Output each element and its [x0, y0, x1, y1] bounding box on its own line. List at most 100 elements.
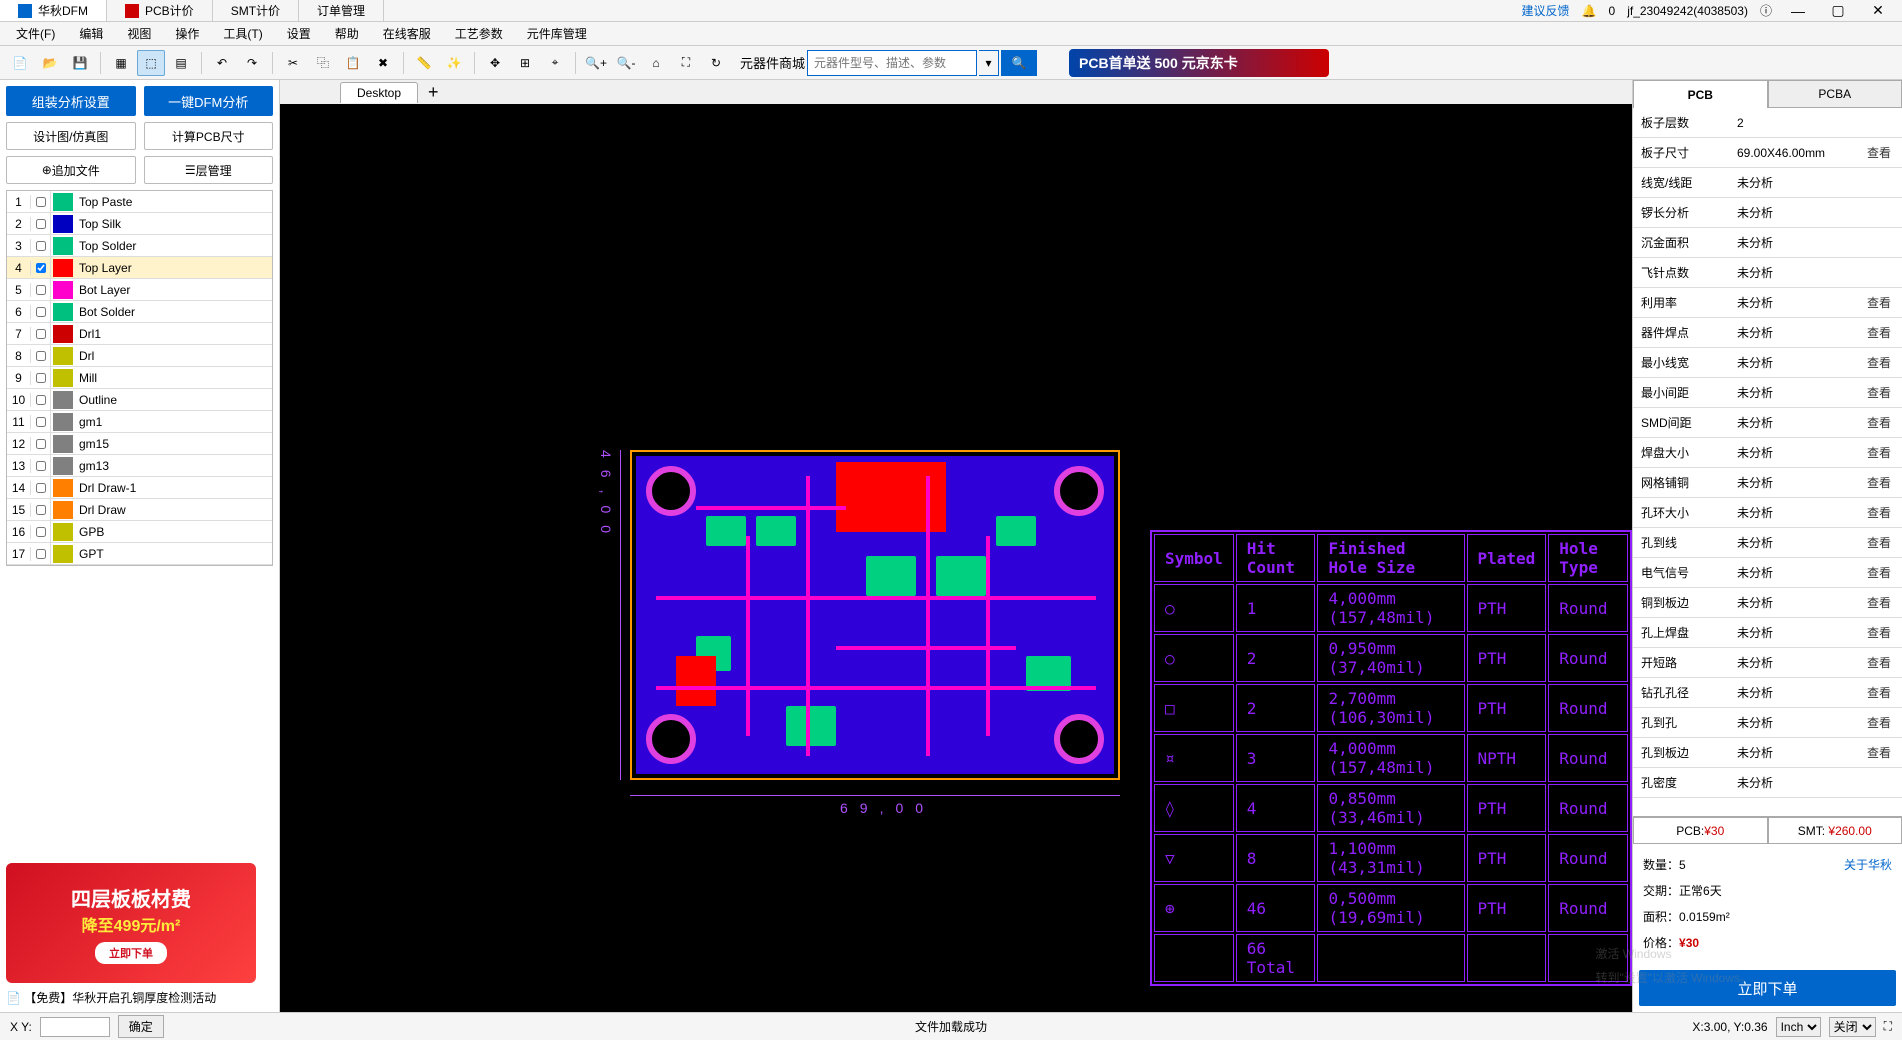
view-button[interactable]: 查看	[1856, 744, 1902, 761]
fit-icon[interactable]: ⛶	[672, 50, 700, 76]
layer-row[interactable]: 10 Outline	[7, 389, 272, 411]
view-button[interactable]: 查看	[1856, 324, 1902, 341]
layers-icon[interactable]: ▤	[167, 50, 195, 76]
layer-checkbox[interactable]	[31, 257, 51, 278]
price-smt[interactable]: SMT: ¥260.00	[1768, 817, 1902, 844]
menu-view[interactable]: 视图	[117, 23, 161, 44]
user-icon[interactable]: ⓘ	[1760, 2, 1772, 19]
select-icon[interactable]: ⬚	[137, 50, 165, 76]
view-button[interactable]: 查看	[1856, 684, 1902, 701]
layer-color[interactable]	[53, 413, 73, 431]
layer-color[interactable]	[53, 435, 73, 453]
layer-row[interactable]: 17 GPT	[7, 543, 272, 565]
maximize-button[interactable]: ▢	[1824, 1, 1852, 21]
dfm-analyze-button[interactable]: 一键DFM分析	[144, 86, 274, 116]
refresh-icon[interactable]: ↻	[702, 50, 730, 76]
view-button[interactable]: 查看	[1856, 144, 1902, 161]
layer-color[interactable]	[53, 237, 73, 255]
layer-row[interactable]: 1 Top Paste	[7, 191, 272, 213]
view-button[interactable]: 查看	[1856, 384, 1902, 401]
layer-color[interactable]	[53, 193, 73, 211]
minimize-button[interactable]: —	[1784, 1, 1812, 21]
paste-icon[interactable]: 📋	[339, 50, 367, 76]
layer-checkbox[interactable]	[31, 477, 51, 498]
layer-row[interactable]: 3 Top Solder	[7, 235, 272, 257]
layer-row[interactable]: 8 Drl	[7, 345, 272, 367]
search-button[interactable]: 🔍	[1001, 50, 1037, 76]
layer-checkbox[interactable]	[31, 191, 51, 212]
move-icon[interactable]: ✥	[481, 50, 509, 76]
app-tab-smt-price[interactable]: SMT计价	[213, 0, 299, 21]
add-file-button[interactable]: ⊕ 追加文件	[6, 156, 136, 184]
app-tab-orders[interactable]: 订单管理	[299, 0, 384, 21]
layer-row[interactable]: 13 gm13	[7, 455, 272, 477]
view-button[interactable]: 查看	[1856, 534, 1902, 551]
layer-row[interactable]: 4 Top Layer	[7, 257, 272, 279]
layer-row[interactable]: 5 Bot Layer	[7, 279, 272, 301]
menu-file[interactable]: 文件(F)	[6, 23, 65, 44]
layer-checkbox[interactable]	[31, 521, 51, 542]
layer-color[interactable]	[53, 281, 73, 299]
menu-operate[interactable]: 操作	[165, 23, 209, 44]
about-link[interactable]: 关于华秋	[1844, 852, 1892, 878]
zoom-out-icon[interactable]: 🔍-	[612, 50, 640, 76]
assembly-settings-button[interactable]: 组装分析设置	[6, 86, 136, 116]
layer-checkbox[interactable]	[31, 323, 51, 344]
close-select[interactable]: 关闭	[1829, 1017, 1876, 1037]
layer-color[interactable]	[53, 303, 73, 321]
copy-icon[interactable]: ⿻	[309, 50, 337, 76]
layer-checkbox[interactable]	[31, 235, 51, 256]
measure-icon[interactable]: 📏	[410, 50, 438, 76]
promo-banner[interactable]: PCB首单送 500 元京东卡	[1069, 49, 1329, 77]
layer-color[interactable]	[53, 457, 73, 475]
feedback-link[interactable]: 建议反馈	[1522, 2, 1570, 19]
layer-color[interactable]	[53, 501, 73, 519]
layer-row[interactable]: 2 Top Silk	[7, 213, 272, 235]
layer-row[interactable]: 6 Bot Solder	[7, 301, 272, 323]
ad-caption[interactable]: 📄 【免费】华秋开启孔铜厚度检测活动	[6, 989, 273, 1006]
layer-color[interactable]	[53, 479, 73, 497]
layer-checkbox[interactable]	[31, 279, 51, 300]
expand-icon[interactable]: ⛶	[1884, 1019, 1892, 1034]
undo-icon[interactable]: ↶	[208, 50, 236, 76]
layer-color[interactable]	[53, 369, 73, 387]
zoom-in-icon[interactable]: 🔍+	[582, 50, 610, 76]
order-button[interactable]: 立即下单	[1639, 970, 1896, 1006]
calc-size-button[interactable]: 计算PCB尺寸	[144, 122, 274, 150]
layer-checkbox[interactable]	[31, 213, 51, 234]
view-button[interactable]: 查看	[1856, 564, 1902, 581]
design-view-button[interactable]: 设计图/仿真图	[6, 122, 136, 150]
price-pcb[interactable]: PCB:¥30	[1633, 817, 1768, 844]
layer-checkbox[interactable]	[31, 455, 51, 476]
search-dropdown[interactable]: ▾	[979, 50, 999, 76]
layer-row[interactable]: 15 Drl Draw	[7, 499, 272, 521]
user-label[interactable]: jf_23049242(4038503)	[1627, 4, 1748, 18]
layer-checkbox[interactable]	[31, 389, 51, 410]
close-button[interactable]: ✕	[1864, 1, 1892, 21]
view-button[interactable]: 查看	[1856, 624, 1902, 641]
layer-row[interactable]: 16 GPB	[7, 521, 272, 543]
layer-row[interactable]: 14 Drl Draw-1	[7, 477, 272, 499]
app-tab-dfm[interactable]: 华秋DFM	[0, 0, 107, 21]
xy-input[interactable]	[40, 1017, 110, 1037]
new-icon[interactable]: 📄	[6, 50, 34, 76]
layer-row[interactable]: 9 Mill	[7, 367, 272, 389]
tab-pcb[interactable]: PCB	[1633, 80, 1768, 108]
view-button[interactable]: 查看	[1856, 714, 1902, 731]
bell-icon[interactable]: 🔔	[1582, 4, 1597, 18]
search-input[interactable]	[807, 50, 977, 76]
viewport[interactable]: Desktop + 46,00 69,00	[280, 80, 1632, 1012]
cut-icon[interactable]: ✂	[279, 50, 307, 76]
layer-color[interactable]	[53, 347, 73, 365]
snap-icon[interactable]: ⌖	[541, 50, 569, 76]
menu-help[interactable]: 帮助	[325, 23, 369, 44]
tab-pcba[interactable]: PCBA	[1768, 80, 1902, 108]
view-button[interactable]: 查看	[1856, 474, 1902, 491]
layer-checkbox[interactable]	[31, 345, 51, 366]
menu-support[interactable]: 在线客服	[373, 23, 441, 44]
view-button[interactable]: 查看	[1856, 414, 1902, 431]
menu-process[interactable]: 工艺参数	[445, 23, 513, 44]
view-button[interactable]: 查看	[1856, 594, 1902, 611]
menu-edit[interactable]: 编辑	[69, 23, 113, 44]
view-button[interactable]: 查看	[1856, 654, 1902, 671]
